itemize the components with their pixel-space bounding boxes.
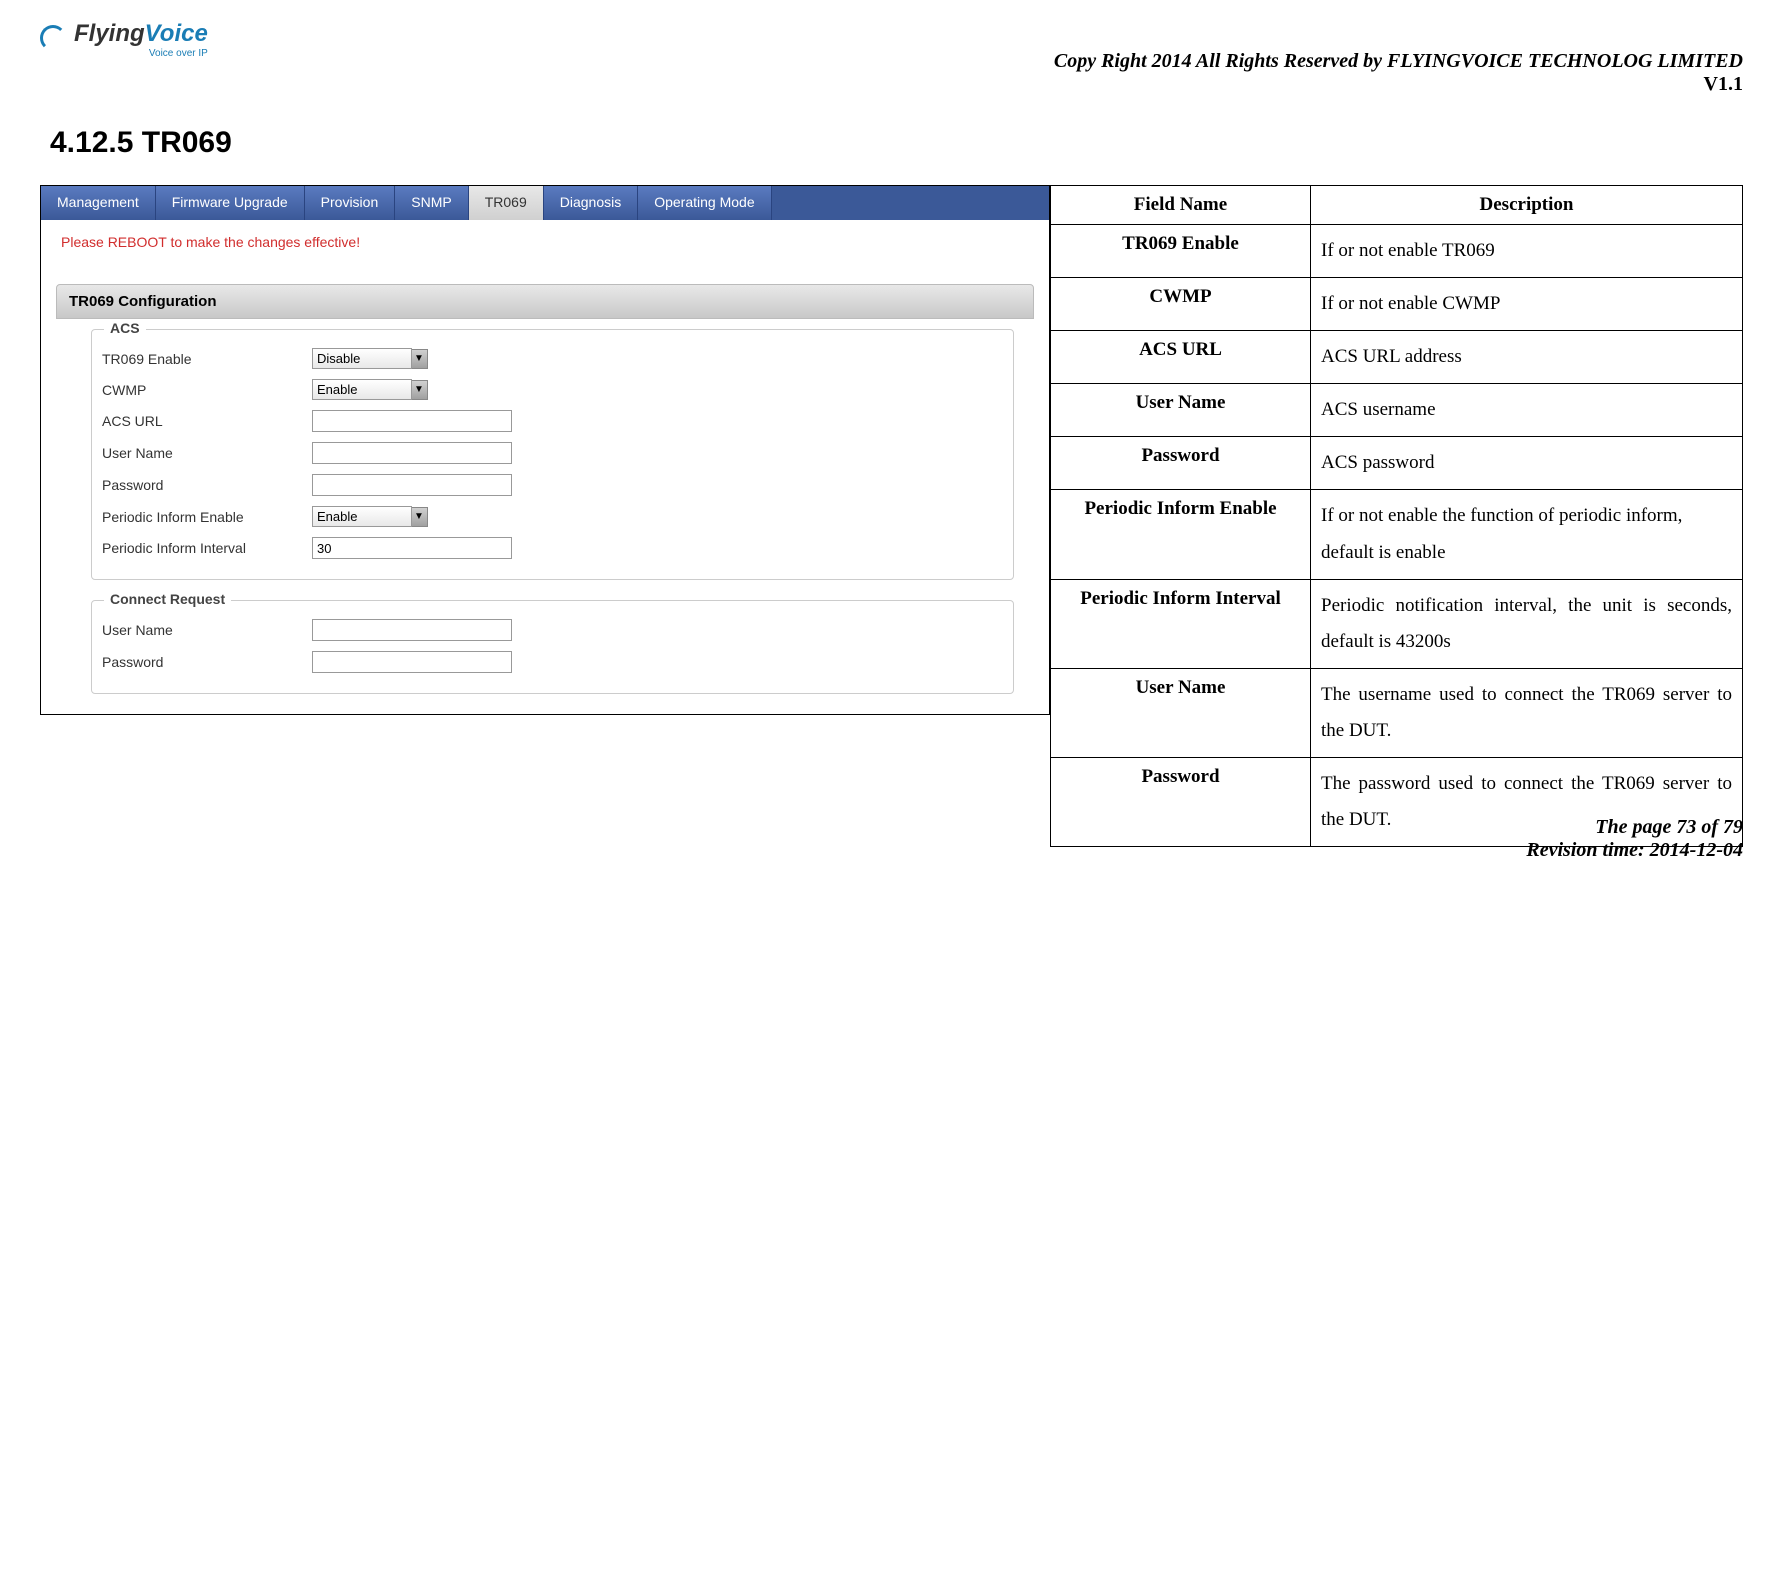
table-header-row: Field Name Description [1051,186,1743,225]
connect-request-legend: Connect Request [104,591,231,607]
tab-operating-mode[interactable]: Operating Mode [638,186,771,220]
tab-management[interactable]: Management [41,186,156,220]
reboot-message: Please REBOOT to make the changes effect… [41,220,1049,264]
cell-field: TR069 Enable [1051,225,1311,278]
table-row: User NameThe username used to connect th… [1051,668,1743,757]
tab-firmware-upgrade[interactable]: Firmware Upgrade [156,186,305,220]
chevron-down-icon[interactable]: ▼ [410,507,428,527]
acs-legend: ACS [104,320,146,336]
config-header: TR069 Configuration [56,284,1034,319]
logo-subtitle: Voice over IP [74,48,208,59]
label-acs-url: ACS URL [102,413,312,429]
logo-flying: Flying [74,20,145,47]
row-acs-url: ACS URL [102,410,1003,432]
content-row: Management Firmware Upgrade Provision SN… [40,185,1743,847]
select-cwmp[interactable]: Enable [312,379,412,400]
input-periodic-inform-interval[interactable] [312,537,512,559]
row-connect-password: Password [102,651,1003,673]
tab-tr069[interactable]: TR069 [469,186,544,220]
label-connect-user-name: User Name [102,622,312,638]
cell-desc: Periodic notification interval, the unit… [1311,579,1743,668]
row-periodic-inform-interval: Periodic Inform Interval [102,537,1003,559]
row-user-name: User Name [102,442,1003,464]
tab-bar: Management Firmware Upgrade Provision SN… [41,186,1049,220]
cell-field: ACS URL [1051,331,1311,384]
screenshot-panel: Management Firmware Upgrade Provision SN… [40,185,1050,715]
row-connect-user-name: User Name [102,619,1003,641]
label-password: Password [102,477,312,493]
cell-desc: If or not enable CWMP [1311,278,1743,331]
cell-field: Password [1051,758,1311,847]
cell-desc: The username used to connect the TR069 s… [1311,668,1743,757]
row-tr069-enable: TR069 Enable Disable▼ [102,348,1003,369]
th-field-name: Field Name [1051,186,1311,225]
footer-revision: Revision time: 2014-12-04 [1526,839,1743,862]
input-user-name[interactable] [312,442,512,464]
copyright-text: Copy Right 2014 All Rights Reserved by F… [1054,50,1743,73]
table-row: CWMPIf or not enable CWMP [1051,278,1743,331]
label-periodic-inform-interval: Periodic Inform Interval [102,540,312,556]
logo-voice: Voice [145,20,208,47]
table-row: Periodic Inform EnableIf or not enable t… [1051,490,1743,579]
logo-waves-icon [40,25,70,55]
cell-field: CWMP [1051,278,1311,331]
cell-desc: ACS password [1311,437,1743,490]
input-acs-url[interactable] [312,410,512,432]
input-password[interactable] [312,474,512,496]
page-header: FlyingVoice Voice over IP Copy Right 201… [40,20,1743,96]
table-row: TR069 EnableIf or not enable TR069 [1051,225,1743,278]
label-periodic-inform-enable: Periodic Inform Enable [102,509,312,525]
cell-field: User Name [1051,384,1311,437]
table-row: Periodic Inform IntervalPeriodic notific… [1051,579,1743,668]
cell-field: Periodic Inform Enable [1051,490,1311,579]
tab-diagnosis[interactable]: Diagnosis [544,186,638,220]
cell-desc: If or not enable the function of periodi… [1311,490,1743,579]
header-right: Copy Right 2014 All Rights Reserved by F… [1054,20,1743,96]
tab-snmp[interactable]: SNMP [395,186,468,220]
logo-text-block: FlyingVoice Voice over IP [74,20,208,59]
description-table: Field Name Description TR069 EnableIf or… [1050,185,1743,847]
label-cwmp: CWMP [102,382,312,398]
connect-request-fieldset: Connect Request User Name Password [91,600,1014,694]
label-tr069-enable: TR069 Enable [102,351,312,367]
chevron-down-icon[interactable]: ▼ [410,349,428,369]
row-periodic-inform-enable: Periodic Inform Enable Enable▼ [102,506,1003,527]
select-periodic-inform-enable[interactable]: Enable [312,506,412,527]
cell-field: Password [1051,437,1311,490]
cell-desc: If or not enable TR069 [1311,225,1743,278]
cell-desc: ACS URL address [1311,331,1743,384]
label-connect-password: Password [102,654,312,670]
cell-field: User Name [1051,668,1311,757]
row-password: Password [102,474,1003,496]
table-row: ACS URLACS URL address [1051,331,1743,384]
table-row: PasswordACS password [1051,437,1743,490]
table-row: User NameACS username [1051,384,1743,437]
footer-page: The page 73 of 79 [1526,816,1743,839]
label-user-name: User Name [102,445,312,461]
cell-desc: ACS username [1311,384,1743,437]
cell-field: Periodic Inform Interval [1051,579,1311,668]
input-connect-password[interactable] [312,651,512,673]
select-tr069-enable[interactable]: Disable [312,348,412,369]
chevron-down-icon[interactable]: ▼ [410,380,428,400]
page-footer: The page 73 of 79 Revision time: 2014-12… [1526,816,1743,862]
config-section: TR069 Configuration ACS TR069 Enable Dis… [56,284,1034,694]
tab-provision[interactable]: Provision [305,186,396,220]
acs-fieldset: ACS TR069 Enable Disable▼ CWMP Enable▼ A… [91,329,1014,580]
section-title: 4.12.5 TR069 [50,126,1743,160]
version-text: V1.1 [1054,73,1743,96]
connect-form-rows: User Name Password [92,601,1013,693]
logo: FlyingVoice Voice over IP [40,20,208,59]
row-cwmp: CWMP Enable▼ [102,379,1003,400]
th-description: Description [1311,186,1743,225]
input-connect-user-name[interactable] [312,619,512,641]
acs-form-rows: TR069 Enable Disable▼ CWMP Enable▼ ACS U… [92,330,1013,579]
